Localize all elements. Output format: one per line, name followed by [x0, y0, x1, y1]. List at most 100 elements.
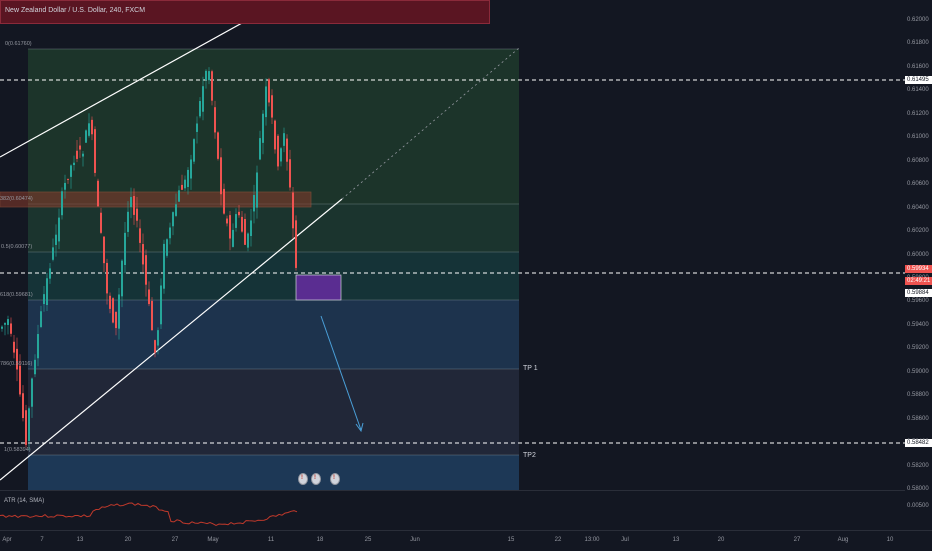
candle-body: [190, 159, 192, 179]
price-tag-lower: 0.58482: [905, 439, 932, 447]
target-tp2-label: TP2: [523, 452, 536, 459]
time-axis-tick: May: [207, 537, 219, 543]
candle-body: [232, 229, 234, 247]
candle-body: [67, 178, 69, 180]
candle-body: [115, 311, 117, 329]
candle-body: [34, 359, 36, 375]
price-axis[interactable]: 0.62000 0.61800 0.61600 0.61400 0.61200 0.610…: [905, 0, 932, 530]
candle-body: [262, 113, 264, 143]
price-axis-tick: 0.60000: [907, 251, 929, 258]
candle-body: [238, 211, 240, 216]
candle-body: [283, 133, 285, 146]
price-axis-tick: 0.59000: [907, 368, 929, 375]
fib-label-382: 382(0.60474): [0, 196, 33, 202]
candle-body: [100, 212, 102, 233]
candle-body: [199, 101, 201, 117]
candle-body: [274, 120, 276, 150]
fib-zone-ext: [28, 455, 519, 490]
candle-body: [103, 236, 105, 264]
atr-indicator-pane[interactable]: [0, 490, 905, 530]
time-axis-tick: 18: [316, 537, 324, 543]
candle-body: [181, 184, 183, 190]
fib-label-5: 0.5(0.60077): [1, 244, 33, 250]
price-axis-tick: 0.58600: [907, 415, 929, 422]
entry-box[interactable]: [295, 274, 342, 301]
atr-axis-value: 0.00500: [907, 503, 929, 509]
symbol-title-bar[interactable]: New Zealand Dollar / U.S. Dollar, 240, F…: [0, 0, 490, 24]
candle-body: [145, 255, 147, 285]
candle-body: [175, 204, 177, 216]
candle-body: [121, 260, 123, 297]
price-axis-tick: 0.58000: [907, 486, 929, 492]
candle-body: [256, 172, 258, 208]
candle-body: [211, 71, 213, 101]
candle-body: [214, 107, 216, 133]
price-axis-tick: 0.61800: [907, 40, 929, 47]
price-tag-current: 0.59934: [905, 265, 932, 273]
candle-body: [280, 148, 282, 162]
price-axis-tick: 0.60400: [907, 204, 929, 211]
news-event-icon[interactable]: !: [298, 473, 308, 485]
atr-indicator-label[interactable]: ATR (14, SMA): [4, 498, 44, 504]
fib-zone-786-1: [28, 369, 519, 455]
time-axis-tick: 27: [171, 537, 179, 543]
fib-zone-618-786: [28, 300, 519, 369]
price-axis-tick: 0.60600: [907, 181, 929, 188]
price-chart[interactable]: [0, 0, 905, 490]
candle-body: [205, 70, 207, 81]
price-axis-tick: 0.59200: [907, 345, 929, 352]
candle-body: [148, 289, 150, 305]
candle-body: [133, 195, 135, 215]
time-axis-tick: 15: [507, 537, 515, 543]
candle-body: [193, 139, 195, 162]
news-event-icon[interactable]: !: [311, 473, 321, 485]
candle-body: [157, 330, 159, 346]
time-axis-tick: 13:00: [584, 537, 600, 543]
candle-body: [109, 295, 111, 309]
time-axis-tick: 20: [717, 537, 725, 543]
candle-body: [31, 378, 33, 407]
candle-body: [178, 190, 180, 202]
time-axis-tick: 13: [672, 537, 680, 543]
candle-body: [82, 153, 84, 157]
price-axis-tick: 0.60200: [907, 228, 929, 235]
price-axis-tick: 0.61600: [907, 63, 929, 70]
candle-body: [13, 341, 15, 353]
candle-body: [88, 123, 90, 136]
candle-body: [94, 129, 96, 173]
time-axis-tick: Apr: [2, 537, 12, 543]
candle-body: [265, 86, 267, 118]
candle-body: [19, 365, 21, 395]
time-axis[interactable]: Apr 7 13 20 27 May 11 18 25 Jun 15 22 13:00 Jul 13 20 27…: [0, 530, 932, 551]
candle-body: [28, 408, 30, 442]
price-axis-tick: 0.61400: [907, 87, 929, 94]
time-axis-tick: 25: [364, 537, 372, 543]
candle-body: [196, 123, 198, 132]
news-event-icon[interactable]: !: [330, 473, 340, 485]
candle-body: [187, 169, 189, 187]
time-axis-tick: Jul: [621, 537, 629, 543]
candle-body: [1, 326, 3, 329]
symbol-title: New Zealand Dollar / U.S. Dollar, 240, F…: [5, 7, 146, 14]
candle-body: [259, 138, 261, 160]
candle-body: [4, 323, 6, 325]
candle-body: [295, 220, 297, 268]
resistance-zone[interactable]: [0, 191, 312, 208]
price-tag-upper: 0.61495: [905, 76, 932, 84]
candle-body: [64, 182, 66, 190]
candle-body: [127, 211, 129, 232]
candle-body: [37, 334, 39, 359]
candle-body: [76, 150, 78, 159]
candle-body: [52, 247, 54, 260]
time-axis-tick: Aug: [837, 537, 849, 543]
candle-body: [118, 294, 120, 329]
time-axis-tick: 22: [554, 537, 562, 543]
candle-body: [25, 410, 27, 445]
candle-body: [241, 216, 243, 232]
price-axis-tick: 0.61000: [907, 134, 929, 141]
candle-body: [112, 298, 114, 323]
candle-body: [73, 162, 75, 166]
candle-body: [154, 340, 156, 353]
price-axis-tick: 0.58200: [907, 462, 929, 469]
candle-body: [166, 239, 168, 256]
